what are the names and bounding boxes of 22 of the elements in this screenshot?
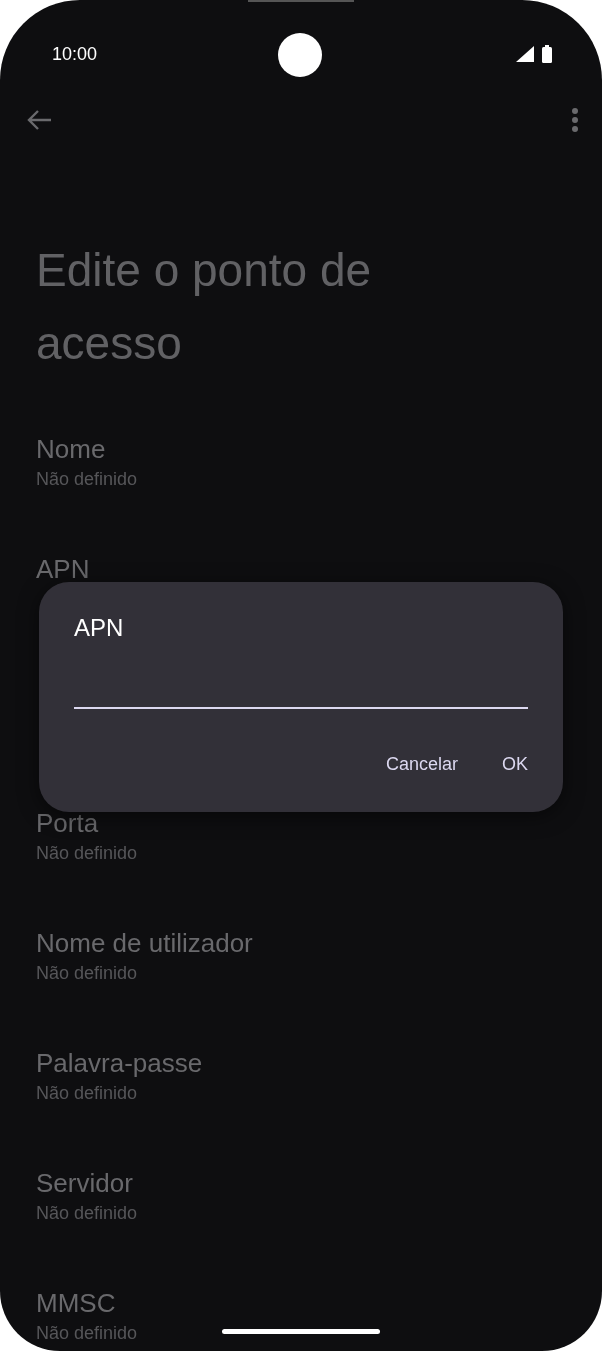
setting-value: Não definido — [36, 1202, 138, 1225]
ok-button[interactable]: OK — [488, 745, 542, 784]
setting-label[interactable]: Palavra-passe — [36, 1046, 203, 1080]
setting-label[interactable]: MMSC — [36, 1286, 116, 1320]
setting-value: Não definido — [36, 468, 138, 491]
setting-label[interactable]: APN — [36, 552, 90, 586]
setting-label[interactable]: Servidor — [36, 1166, 133, 1200]
setting-label[interactable]: Nome — [36, 432, 106, 466]
status-time: 10:00 — [52, 42, 98, 66]
camera-cutout — [278, 33, 322, 77]
cancel-button[interactable]: Cancelar — [371, 745, 472, 784]
setting-value: Não definido — [36, 962, 138, 985]
signal-icon — [516, 46, 534, 62]
setting-label[interactable]: Nome de utilizador — [36, 926, 253, 960]
setting-value: Não definido — [36, 1322, 138, 1345]
battery-icon — [542, 45, 552, 63]
setting-value: Não definido — [36, 842, 138, 865]
more-options-icon[interactable] — [572, 108, 578, 132]
back-arrow-icon[interactable] — [26, 109, 52, 131]
dialog-title: APN — [74, 613, 125, 643]
page-title: Edite o ponto de acesso — [36, 243, 373, 371]
setting-value: Não definido — [36, 1082, 138, 1105]
